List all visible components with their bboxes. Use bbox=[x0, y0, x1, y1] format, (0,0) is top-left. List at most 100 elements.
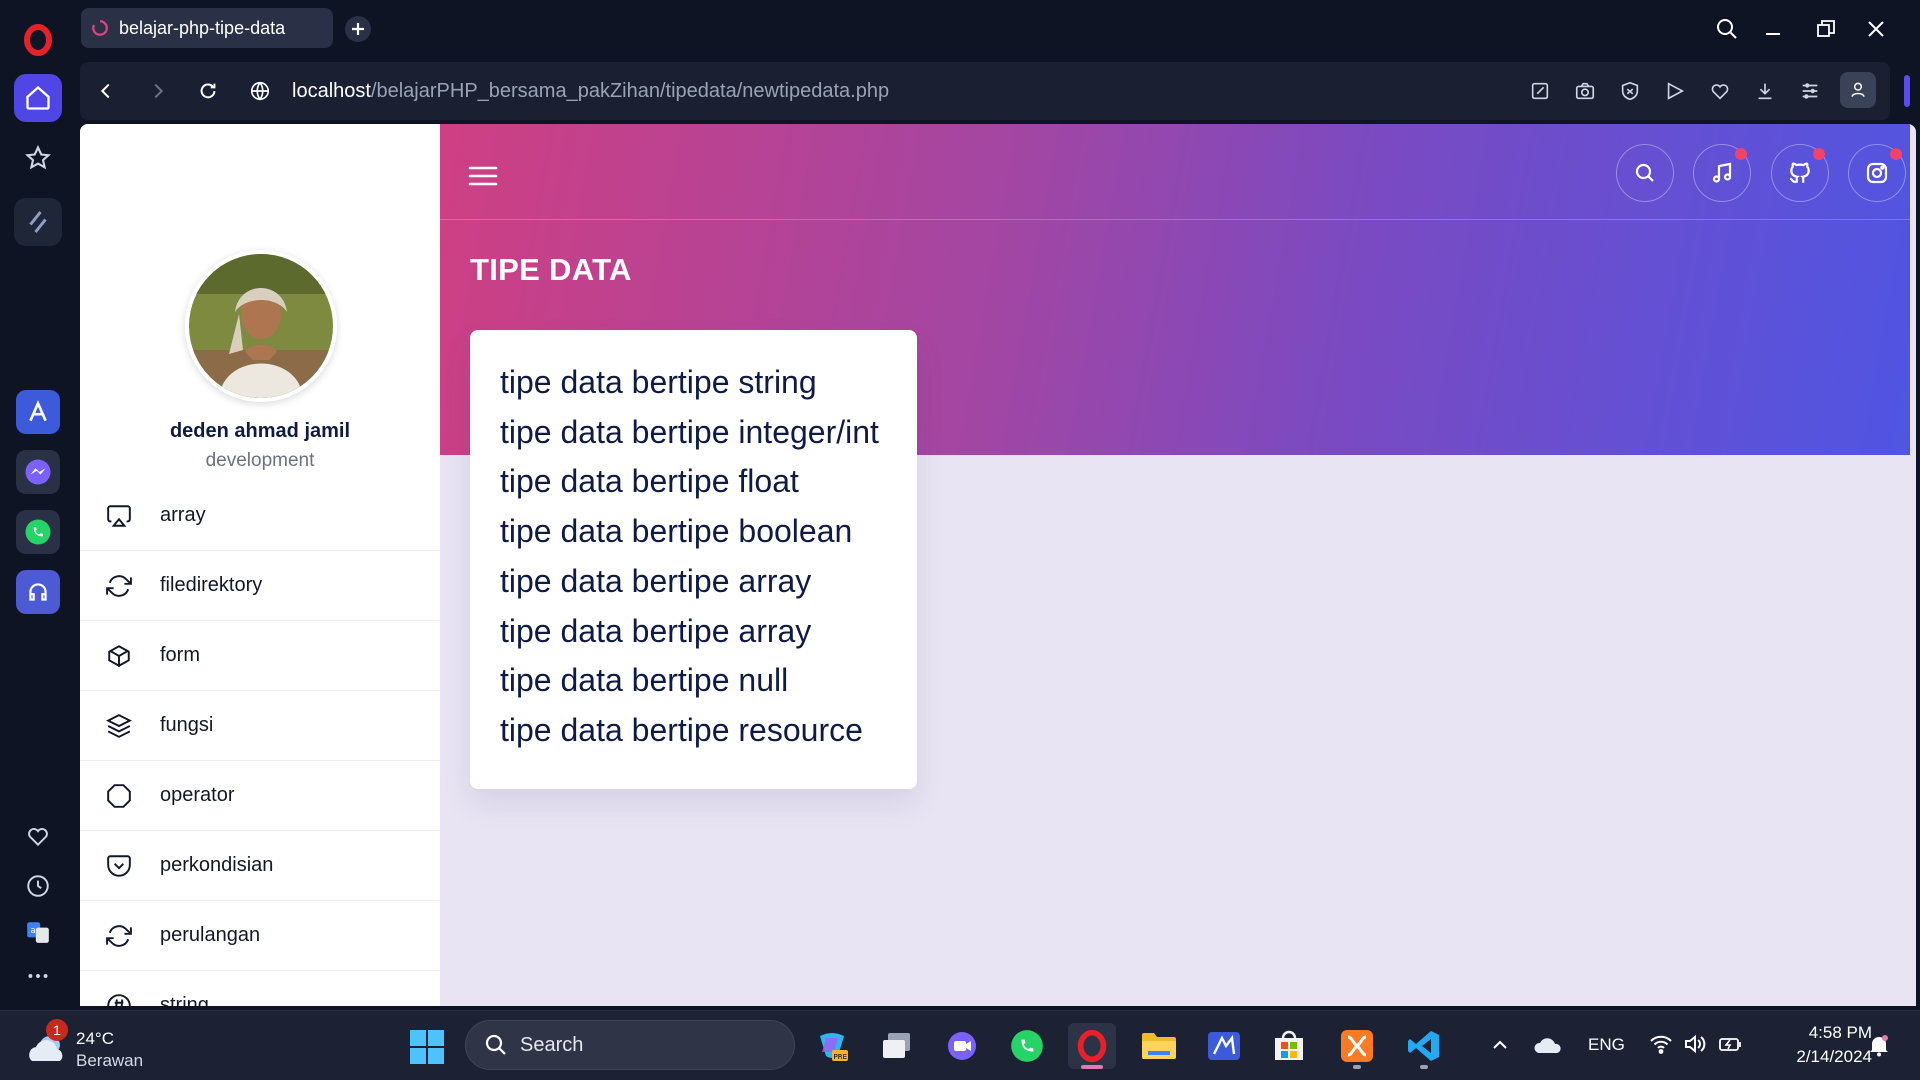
meet-video-icon[interactable] bbox=[938, 1023, 986, 1069]
list-item: tipe data bertipe null bbox=[500, 662, 789, 699]
whatsapp-taskbar-icon[interactable] bbox=[1003, 1023, 1051, 1069]
sidebar-item-label: string bbox=[160, 994, 209, 1006]
more-dots-icon[interactable] bbox=[14, 952, 62, 1000]
adblock-shield-icon[interactable] bbox=[1616, 77, 1644, 105]
messenger-icon[interactable] bbox=[16, 450, 60, 494]
arc-app-icon[interactable] bbox=[16, 390, 60, 434]
opera-logo-icon[interactable] bbox=[18, 20, 58, 60]
search-icon[interactable] bbox=[1616, 144, 1674, 202]
clock-date: 2/14/2024 bbox=[1796, 1047, 1872, 1066]
aria-icon[interactable] bbox=[14, 198, 62, 246]
search-placeholder: Search bbox=[520, 1033, 584, 1056]
sidebar-item-label: operator bbox=[160, 784, 235, 806]
hamburger-menu-icon[interactable] bbox=[468, 164, 498, 188]
profile-icon[interactable] bbox=[1840, 72, 1876, 108]
refresh-icon bbox=[106, 923, 132, 949]
sidebar-item-label: form bbox=[160, 644, 200, 666]
sidebar-item-perkondisian[interactable]: perkondisian bbox=[80, 831, 440, 901]
list-item: tipe data bertipe integer/int bbox=[500, 413, 879, 450]
svg-text:PRE: PRE bbox=[834, 1053, 848, 1061]
music-icon[interactable] bbox=[1693, 144, 1751, 202]
battery-charging-icon[interactable] bbox=[1718, 1033, 1744, 1055]
sidebar-item-perulangan[interactable]: perulangan bbox=[80, 901, 440, 971]
volume-icon[interactable] bbox=[1683, 1033, 1707, 1055]
bookmark-heart-icon[interactable] bbox=[1706, 77, 1734, 105]
github-icon[interactable] bbox=[1771, 144, 1829, 202]
sidebar-item-operator[interactable]: operator bbox=[80, 761, 440, 831]
airplay-icon bbox=[106, 503, 132, 529]
whatsapp-icon[interactable] bbox=[16, 510, 60, 554]
tab-search-icon[interactable] bbox=[1712, 14, 1742, 44]
browser-tab[interactable]: belajar-php-tipe-data bbox=[81, 8, 333, 48]
wifi-icon[interactable] bbox=[1649, 1033, 1673, 1055]
vscode-icon[interactable] bbox=[1400, 1023, 1448, 1069]
minimize-icon[interactable] bbox=[1758, 14, 1788, 44]
snapshot-edit-icon[interactable] bbox=[1526, 77, 1554, 105]
heart-icon[interactable] bbox=[14, 812, 62, 860]
header-divider bbox=[440, 219, 1910, 220]
taskbar-search[interactable]: Search bbox=[465, 1020, 795, 1070]
sidebar-item-label: perkondisian bbox=[160, 854, 274, 876]
home-icon[interactable] bbox=[14, 74, 62, 122]
windows-start-icon[interactable] bbox=[409, 1029, 445, 1065]
language-indicator[interactable]: ENG bbox=[1588, 1035, 1625, 1055]
url-field[interactable]: localhost/belajarPHP_bersama_pakZihan/ti… bbox=[292, 80, 889, 103]
sidebar-item-form[interactable]: form bbox=[80, 621, 440, 691]
list-item: tipe data bertipe boolean bbox=[500, 513, 853, 550]
notification-dot bbox=[1735, 148, 1747, 160]
instagram-icon[interactable] bbox=[1848, 144, 1906, 202]
code-app-icon[interactable] bbox=[1200, 1023, 1248, 1069]
sidebar-item-fungsi[interactable]: fungsi bbox=[80, 691, 440, 761]
onedrive-cloud-icon[interactable] bbox=[1534, 1035, 1562, 1055]
sidebar-item-label: array bbox=[160, 504, 206, 526]
sidebar-item-label: perulangan bbox=[160, 924, 261, 946]
list-item: tipe data bertipe array bbox=[500, 612, 812, 649]
forward-icon[interactable] bbox=[144, 77, 172, 105]
weather-widget[interactable]: 1 24°C Berawan bbox=[26, 1019, 206, 1070]
close-icon[interactable] bbox=[1861, 14, 1891, 44]
sidebar-accent bbox=[1904, 75, 1910, 107]
microsoft-store-icon[interactable] bbox=[1265, 1023, 1313, 1069]
opera-taskbar-icon[interactable] bbox=[1068, 1023, 1116, 1069]
tipe-data-card: tipe data bertipe string tipe data berti… bbox=[470, 330, 917, 789]
running-indicator bbox=[1081, 1065, 1103, 1069]
sidebar-item-filedirektory[interactable]: filedirektory bbox=[80, 551, 440, 621]
camera-icon[interactable] bbox=[1571, 77, 1599, 105]
task-view-icon[interactable] bbox=[873, 1023, 921, 1069]
history-clock-icon[interactable] bbox=[14, 862, 62, 910]
notification-dot bbox=[1890, 148, 1902, 160]
new-tab-plus-icon[interactable] bbox=[345, 16, 371, 42]
list-item: tipe data bertipe string bbox=[500, 364, 817, 400]
translate-icon[interactable]: a bbox=[14, 908, 62, 956]
box-icon bbox=[106, 643, 132, 669]
file-explorer-icon[interactable] bbox=[1135, 1023, 1183, 1069]
weather-temp: 24°C bbox=[76, 1029, 114, 1048]
pocket-icon bbox=[106, 853, 132, 879]
hash-icon bbox=[106, 993, 132, 1006]
page-title: TIPE DATA bbox=[470, 252, 632, 287]
restore-icon[interactable] bbox=[1811, 14, 1841, 44]
send-flow-icon[interactable] bbox=[1661, 77, 1689, 105]
download-icon[interactable] bbox=[1751, 77, 1779, 105]
address-bar: localhost/belajarPHP_bersama_pakZihan/ti… bbox=[80, 62, 1890, 120]
xampp-icon[interactable] bbox=[1333, 1023, 1381, 1069]
globe-icon[interactable] bbox=[246, 77, 274, 105]
star-icon[interactable] bbox=[14, 134, 62, 182]
system-clock[interactable]: 4:58 PM 2/14/2024 bbox=[1762, 1021, 1872, 1069]
search-icon bbox=[485, 1034, 506, 1055]
page-viewport: TIPE DATA tipe data bertipe string tipe … bbox=[80, 124, 1916, 1006]
url-path: /belajarPHP_bersama_pakZihan/tipedata/ne… bbox=[370, 80, 890, 102]
url-host: localhost bbox=[292, 80, 371, 102]
copilot-icon[interactable]: PRE bbox=[808, 1023, 856, 1069]
layers-icon bbox=[106, 713, 132, 739]
profile-role: development bbox=[205, 450, 315, 471]
sidebar-item-string[interactable]: string bbox=[80, 971, 440, 1006]
music-player-icon[interactable] bbox=[16, 570, 60, 614]
reload-icon[interactable] bbox=[194, 77, 222, 105]
easy-setup-icon[interactable] bbox=[1796, 77, 1824, 105]
back-icon[interactable] bbox=[92, 77, 120, 105]
chevron-up-icon[interactable] bbox=[1490, 1035, 1510, 1055]
sidebar-item-array[interactable]: array bbox=[80, 481, 440, 551]
profile-name: deden ahmad jamil bbox=[169, 420, 351, 442]
notification-bell-icon[interactable] bbox=[1868, 1033, 1890, 1057]
